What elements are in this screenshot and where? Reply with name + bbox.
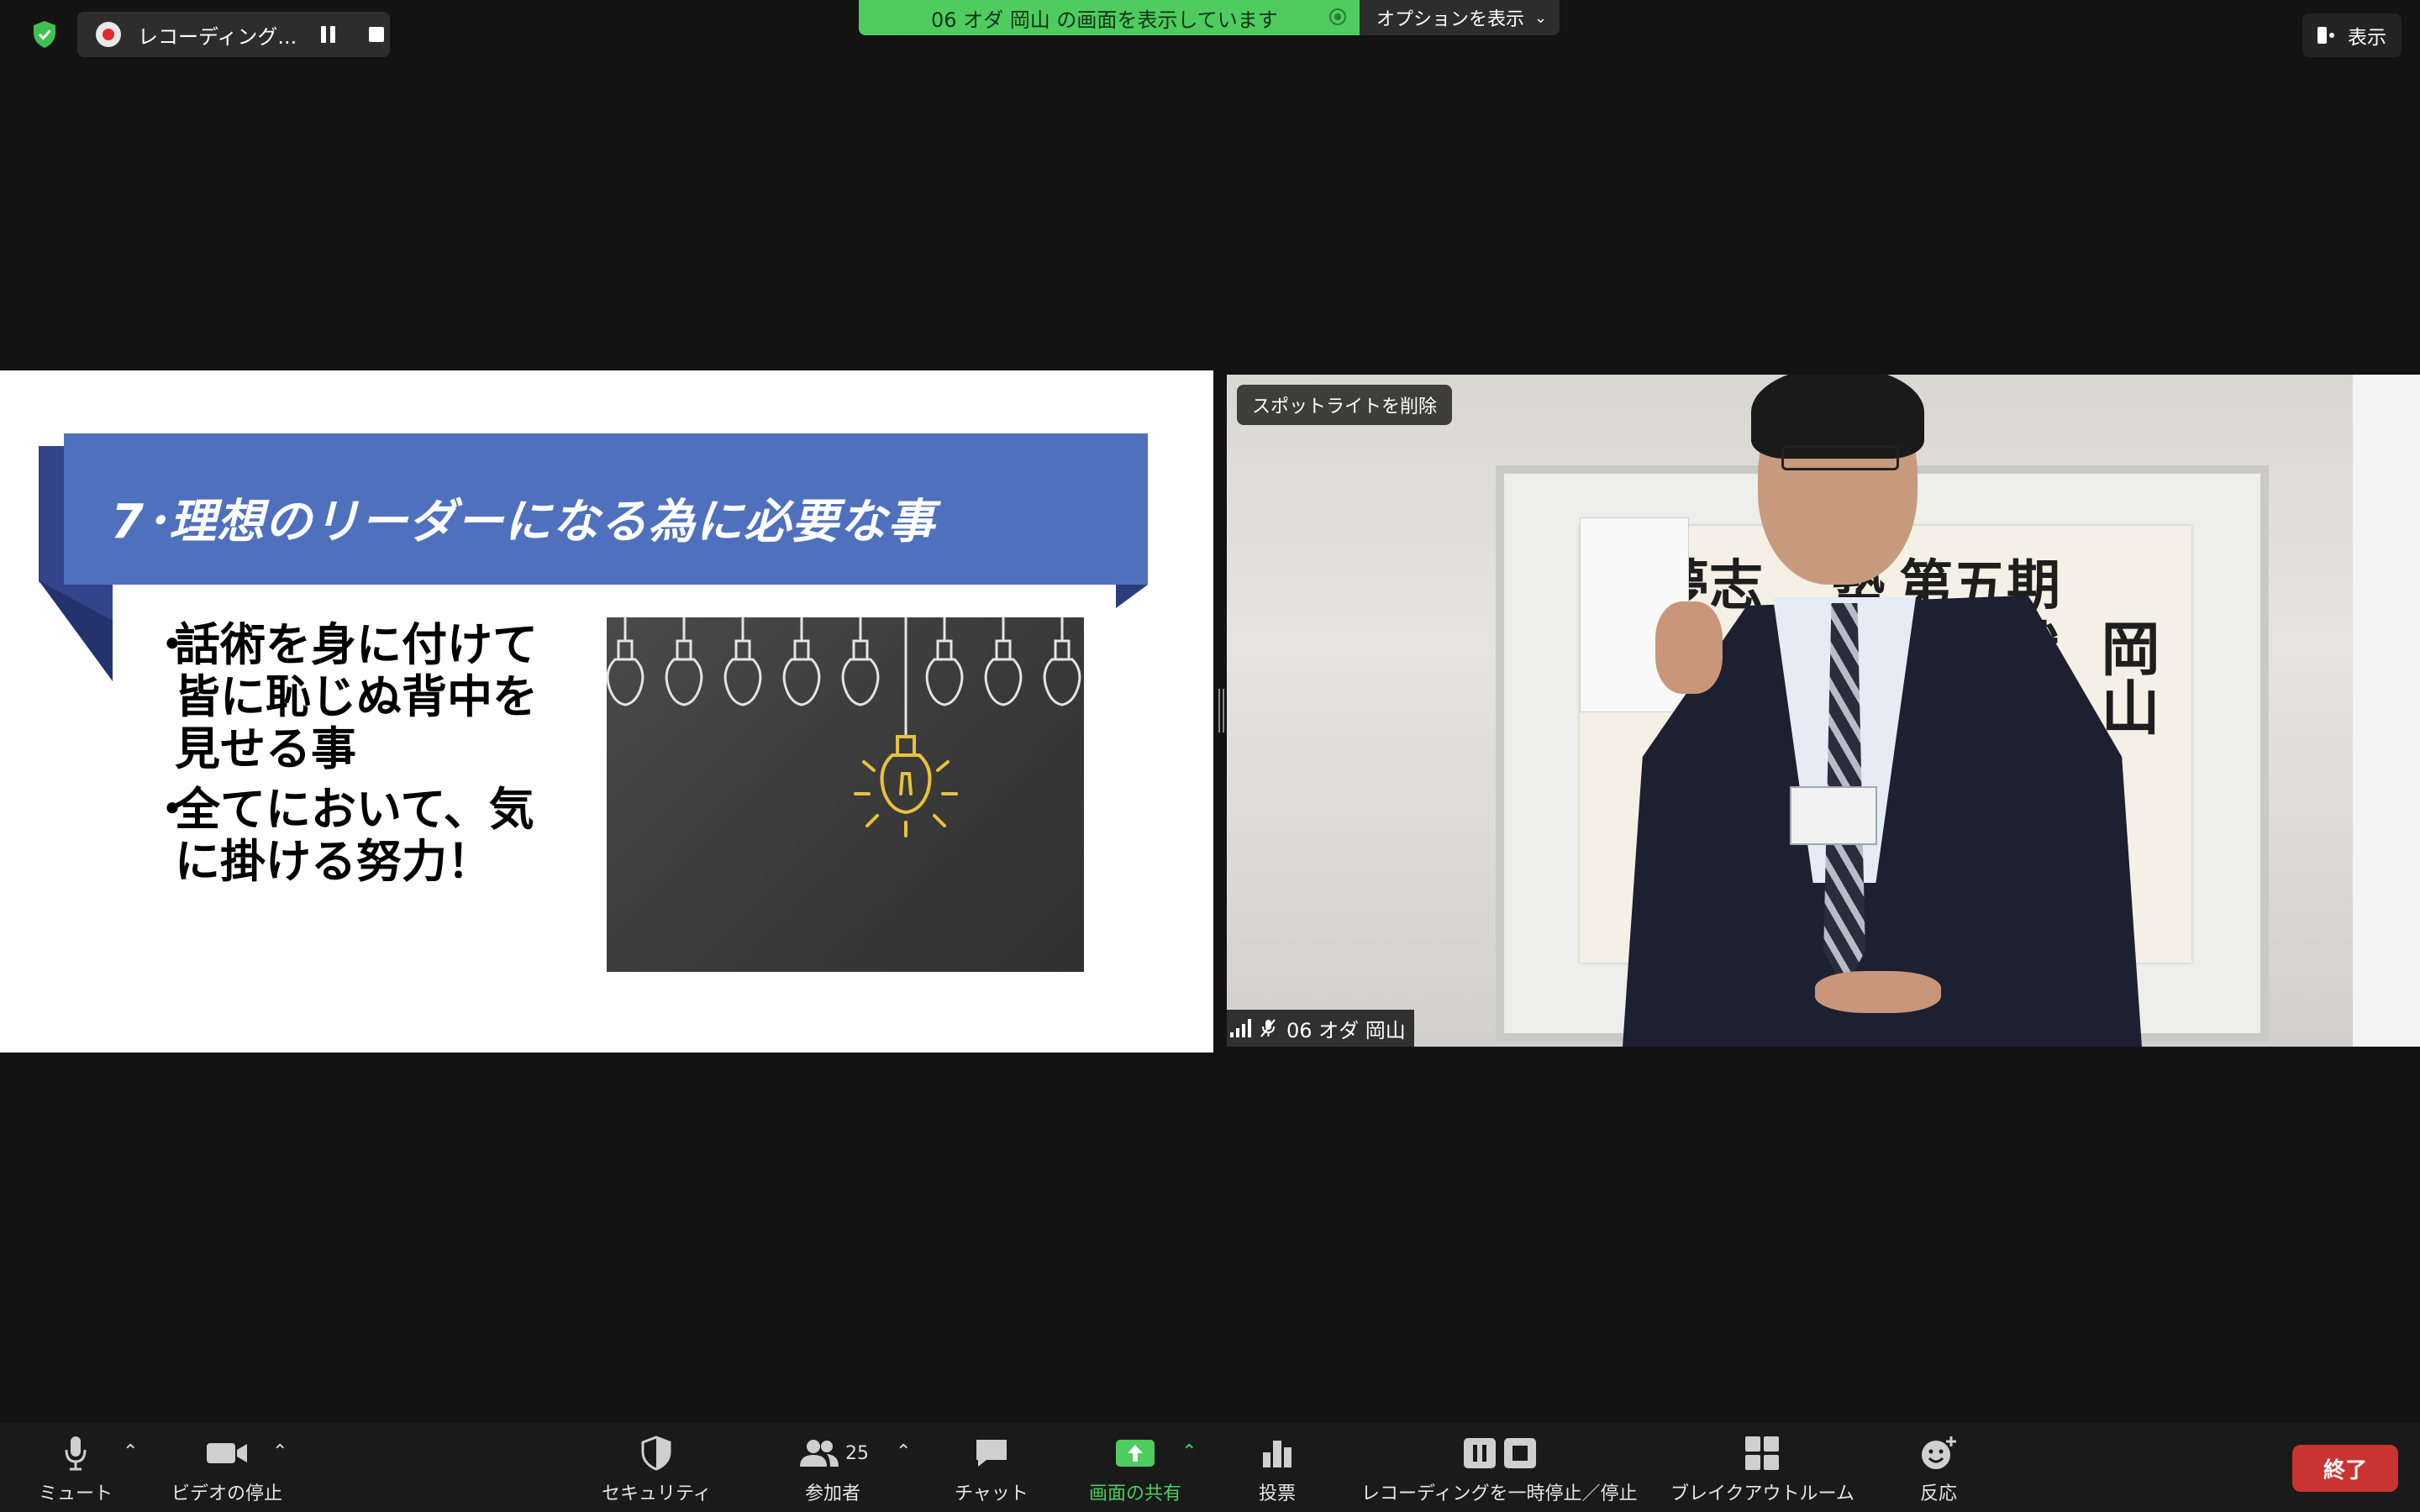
audio-options-caret-icon[interactable]: ⌃ [123, 1441, 138, 1462]
chat-button[interactable]: チャット [955, 1433, 1028, 1505]
poll-label: 投票 [1259, 1483, 1297, 1504]
bullet-line: 全てにおいて、気 [175, 783, 534, 836]
bar-chart-icon [1260, 1433, 1294, 1473]
chat-label: チャット [955, 1483, 1028, 1504]
bullet-line: 見せる事 [175, 722, 356, 775]
bullet-dot: ・ [150, 618, 195, 671]
remove-spotlight-button[interactable]: スポットライトを削除 [1237, 385, 1453, 425]
breakout-rooms-button[interactable]: ブレイクアウトルーム [1670, 1433, 1854, 1505]
slide-bullets: ・ 話術を身に付けて 皆に恥じぬ背中を 見せる事 ・ 全てにおいて、気 に掛ける… [150, 619, 538, 896]
slide-title: 7･理想のリーダーになる為に必要な事 [111, 495, 935, 549]
participants-label: 参加者 [804, 1483, 860, 1504]
participants-count: 25 [845, 1442, 869, 1464]
pause-stop-recording-button[interactable]: レコーディングを一時停止／停止 [1361, 1433, 1637, 1505]
recording-label: レコーディング... [138, 24, 297, 49]
share-options-caret-icon[interactable]: ⌃ [1181, 1441, 1197, 1462]
pause-stop-recording-label: レコーディングを一時停止／停止 [1361, 1483, 1638, 1504]
security-button[interactable]: セキュリティ [602, 1433, 712, 1505]
stop-recording-icon[interactable] [369, 27, 384, 42]
bullet-line: に掛ける努力！ [175, 835, 492, 888]
speaker-glasses [1781, 445, 1899, 470]
poll-button[interactable]: 投票 [1259, 1433, 1296, 1505]
recording-indicator[interactable]: レコーディング... [77, 12, 390, 57]
pane-resize-handle[interactable] [1218, 689, 1225, 732]
view-options-label: オプションを表示 [1376, 9, 1525, 30]
end-meeting-button[interactable]: 終了 [2292, 1445, 2398, 1492]
reactions-button[interactable]: 反応 [1919, 1433, 1958, 1505]
security-shield-icon [639, 1433, 673, 1473]
security-shield-icon[interactable] [30, 18, 59, 50]
meeting-toolbar: ミュート ⌃ ビデオの停止 ⌃ セキュリティ 25 参加者 ⌃ チャット 画面の… [0, 1423, 2420, 1512]
mute-label: ミュート [39, 1483, 113, 1504]
video-camera-icon [205, 1433, 249, 1473]
share-banner-text: 06 オダ 岡山 の画面を表示しています [931, 8, 1278, 32]
stop-video-label: ビデオの停止 [171, 1483, 283, 1504]
shared-screen-slide: 7･理想のリーダーになる為に必要な事 ・ 話術を身に付けて 皆に恥じぬ背中を 見… [0, 370, 1213, 1053]
view-button[interactable]: 表示 [2302, 13, 2402, 57]
breakout-rooms-icon [1744, 1433, 1781, 1473]
speaker-hand [1655, 601, 1723, 694]
layout-icon [2317, 26, 2336, 45]
speaker-hand [1815, 971, 1941, 1013]
window-background [2353, 375, 2420, 1047]
chevron-down-icon: ⌄ [1534, 8, 1548, 27]
title-banner-fold-right [1116, 585, 1148, 608]
screen-share-banner: 06 オダ 岡山 の画面を表示しています [859, 0, 1360, 35]
stop-video-button[interactable]: ビデオの停止 [171, 1433, 282, 1505]
view-label: 表示 [2348, 27, 2386, 49]
participants-icon: 25 [797, 1433, 869, 1473]
share-status-icon [1329, 8, 1346, 25]
bullet-line: 話術を身に付けて [175, 618, 538, 671]
bullet-item: ・ 話術を身に付けて 皆に恥じぬ背中を 見せる事 [150, 619, 538, 775]
share-screen-label: 画面の共有 [1089, 1483, 1182, 1504]
bullet-line: 皆に恥じぬ背中を [175, 670, 538, 723]
signal-strength-icon [1230, 1019, 1251, 1037]
lightbulb-chalkboard-image [607, 617, 1084, 972]
video-options-caret-icon[interactable]: ⌃ [272, 1441, 287, 1462]
reactions-label: 反応 [1919, 1483, 1957, 1504]
speaker-id-badge [1790, 786, 1877, 845]
pause-recording-icon[interactable] [321, 26, 335, 43]
smiley-plus-icon [1919, 1433, 1958, 1473]
security-label: セキュリティ [602, 1483, 712, 1504]
bullet-dot: ・ [150, 783, 195, 836]
mic-muted-icon [1260, 1018, 1276, 1038]
breakout-rooms-label: ブレイクアウトルーム [1670, 1483, 1854, 1504]
participant-video-tile[interactable]: 夢志 塾 第五期 織田 典彦 岡山 スポットライトを削除 06 オダ 岡山 [1227, 375, 2420, 1047]
share-screen-icon [1114, 1433, 1156, 1473]
participant-name: 06 オダ 岡山 [1286, 1018, 1406, 1042]
bullet-item: ・ 全てにおいて、気 に掛ける努力！ [150, 784, 538, 888]
share-screen-button[interactable]: 画面の共有 [1089, 1433, 1181, 1505]
recording-controls-icon [1457, 1433, 1541, 1473]
chat-bubble-icon [973, 1433, 1010, 1473]
participants-button[interactable]: 25 参加者 [797, 1433, 869, 1505]
participants-caret-icon[interactable]: ⌃ [896, 1441, 911, 1462]
view-options-button[interactable]: オプションを表示 ⌄ [1360, 0, 1560, 35]
participant-name-tag: 06 オダ 岡山 [1227, 1010, 1414, 1047]
record-icon [96, 22, 121, 47]
mute-button[interactable]: ミュート [39, 1433, 113, 1505]
microphone-icon [63, 1433, 88, 1473]
